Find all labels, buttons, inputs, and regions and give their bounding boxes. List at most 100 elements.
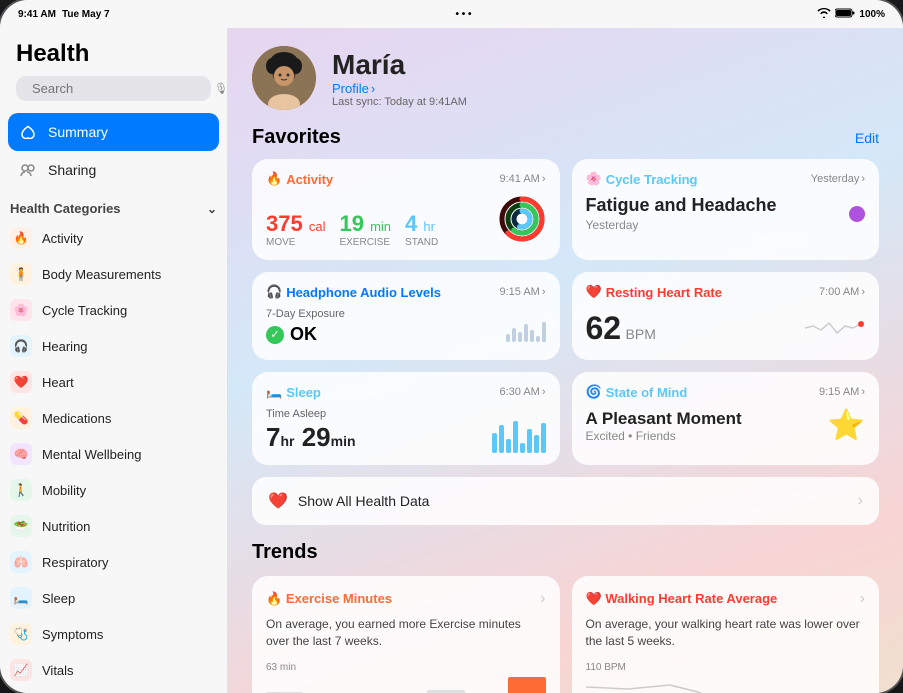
symptoms-label: Symptoms xyxy=(42,627,103,642)
heart-rate-trend-title: ❤️ Walking Heart Rate Average xyxy=(586,591,778,607)
state-value: A Pleasant Moment xyxy=(586,409,742,429)
sidebar-item-sharing[interactable]: Sharing xyxy=(8,151,219,189)
sidebar: Health 🎙 xyxy=(0,28,228,693)
heart-chevron: › xyxy=(861,286,865,298)
favorites-title: Favorites xyxy=(252,126,341,149)
camera-indicator: • • • xyxy=(455,9,471,20)
cycle-chevron-icon: › xyxy=(861,173,865,185)
heart-rate-title: ❤️ Resting Heart Rate xyxy=(586,284,723,300)
search-box[interactable]: 🎙 xyxy=(16,76,211,101)
sidebar-item-activity[interactable]: 🔥 Activity xyxy=(0,220,227,256)
exercise-trend-title: 🔥 Exercise Minutes xyxy=(266,591,392,607)
body-label: Body Measurements xyxy=(42,267,161,282)
sidebar-item-mental[interactable]: 🧠 Mental Wellbeing xyxy=(0,436,227,472)
sidebar-item-nutrition[interactable]: 🥗 Nutrition xyxy=(0,508,227,544)
sidebar-item-medications[interactable]: 💊 Medications xyxy=(0,400,227,436)
edit-button[interactable]: Edit xyxy=(855,130,879,146)
vitals-label: Vitals xyxy=(42,663,74,678)
profile-header: María Profile › Last sync: Today at 9:41… xyxy=(228,28,903,126)
sleep-label: Sleep xyxy=(42,591,75,606)
cycle-date: Yesterday xyxy=(586,218,777,232)
headphone-card[interactable]: 🎧 Headphone Audio Levels 9:15 AM › 7-Day… xyxy=(252,272,560,360)
activity-label: Activity xyxy=(42,231,83,246)
exercise-trend-card[interactable]: 🔥 Exercise Minutes › On average, you ear… xyxy=(252,576,560,693)
sidebar-item-respiratory[interactable]: 🫁 Respiratory xyxy=(0,544,227,580)
profile-name: María xyxy=(332,49,467,81)
activity-metrics: 375 cal Move 19 min xyxy=(266,211,438,248)
sidebar-item-other[interactable]: 💧 Other Data xyxy=(0,688,227,693)
sleep-icon-card: 🛏️ xyxy=(266,384,282,400)
nutrition-icon: 🥗 xyxy=(10,515,32,537)
activity-flame-icon: 🔥 xyxy=(266,171,282,187)
health-categories-header: Health Categories ⌄ xyxy=(0,193,227,220)
star-icon: ⭐ xyxy=(828,408,865,443)
heart-rate-card[interactable]: ❤️ Resting Heart Rate 7:00 AM › 62 xyxy=(572,272,880,360)
heart-rate-trend-card[interactable]: ❤️ Walking Heart Rate Average › On avera… xyxy=(572,576,880,693)
favorites-header: Favorites Edit xyxy=(228,126,903,159)
sidebar-item-cycle[interactable]: 🌸 Cycle Tracking xyxy=(0,292,227,328)
activity-card-title: 🔥 Activity xyxy=(266,171,333,187)
heart-icon-card: ❤️ xyxy=(586,284,602,300)
heart-rate-unit: BPM xyxy=(626,326,656,342)
headphone-title: 🎧 Headphone Audio Levels xyxy=(266,284,441,300)
respiratory-label: Respiratory xyxy=(42,555,108,570)
search-input[interactable] xyxy=(32,81,208,96)
nutrition-label: Nutrition xyxy=(42,519,90,534)
state-icon: 🌀 xyxy=(586,384,602,400)
sharing-icon xyxy=(18,160,38,180)
activity-icon: 🔥 xyxy=(10,227,32,249)
time-asleep-label: Time Asleep xyxy=(266,408,356,420)
body-icon: 🧍 xyxy=(10,263,32,285)
health-heart-icon: ❤️ xyxy=(268,491,288,511)
hr-max-label: 110 BPM xyxy=(586,662,866,673)
sidebar-item-summary[interactable]: Summary xyxy=(8,113,219,151)
cycle-symptom: Fatigue and Headache xyxy=(586,195,777,216)
respiratory-icon: 🫁 xyxy=(10,551,32,573)
sidebar-item-heart[interactable]: ❤️ Heart xyxy=(0,364,227,400)
activity-card[interactable]: 🔥 Activity 9:41 AM › xyxy=(252,159,560,260)
mental-label: Mental Wellbeing xyxy=(42,447,141,462)
heart-trend-chevron: › xyxy=(860,590,865,608)
content-area: María Profile › Last sync: Today at 9:41… xyxy=(228,28,903,693)
cycle-icon: 🌸 xyxy=(10,299,32,321)
show-all-chevron-icon: › xyxy=(858,492,863,510)
medications-icon: 💊 xyxy=(10,407,32,429)
chevron-down-icon: ⌄ xyxy=(207,202,217,216)
mental-icon: 🧠 xyxy=(10,443,32,465)
sidebar-item-hearing[interactable]: 🎧 Hearing xyxy=(0,328,227,364)
profile-link[interactable]: Profile › xyxy=(332,81,467,96)
medications-label: Medications xyxy=(42,411,111,426)
state-of-mind-card[interactable]: 🌀 State of Mind 9:15 AM › A Pleasant Mom… xyxy=(572,372,880,465)
hearing-label: Hearing xyxy=(42,339,88,354)
cycle-time: Yesterday › xyxy=(811,173,865,185)
ok-status: ✓ OK xyxy=(266,324,345,345)
summary-label: Summary xyxy=(48,124,108,140)
trends-section: Trends 🔥 Exercise Minutes › On xyxy=(228,541,903,693)
heart-rate-value: 62 xyxy=(586,310,622,346)
state-title: 🌀 State of Mind xyxy=(586,384,688,400)
sleep-chevron: › xyxy=(542,386,546,398)
headphone-time: 9:15 AM › xyxy=(499,286,545,298)
wifi-icon xyxy=(817,8,831,21)
exposure-bars xyxy=(506,312,546,342)
sidebar-item-symptoms[interactable]: 🩺 Symptoms xyxy=(0,616,227,652)
activity-time: 9:41 AM › xyxy=(499,173,545,185)
headphone-chevron: › xyxy=(542,286,546,298)
sidebar-item-mobility[interactable]: 🚶 Mobility xyxy=(0,472,227,508)
ok-checkmark-icon: ✓ xyxy=(266,326,284,344)
activity-ring xyxy=(498,195,546,243)
symptoms-icon: 🩺 xyxy=(10,623,32,645)
show-all-text: Show All Health Data xyxy=(298,493,430,509)
sidebar-item-body[interactable]: 🧍 Body Measurements xyxy=(0,256,227,292)
cycle-card[interactable]: 🌸 Cycle Tracking Yesterday › Fatigue and… xyxy=(572,159,880,260)
sleep-card-title: 🛏️ Sleep xyxy=(266,384,321,400)
sleep-card[interactable]: 🛏️ Sleep 6:30 AM › Time Asleep xyxy=(252,372,560,465)
exercise-min-label: 63 min xyxy=(266,662,296,673)
sidebar-item-vitals[interactable]: 📈 Vitals xyxy=(0,652,227,688)
trends-grid: 🔥 Exercise Minutes › On average, you ear… xyxy=(252,576,879,693)
sidebar-item-sleep[interactable]: 🛏️ Sleep xyxy=(0,580,227,616)
show-all-card[interactable]: ❤️ Show All Health Data › xyxy=(252,477,879,525)
mobility-icon: 🚶 xyxy=(10,479,32,501)
heart-icon: ❤️ xyxy=(10,371,32,393)
battery-icon xyxy=(835,8,855,21)
